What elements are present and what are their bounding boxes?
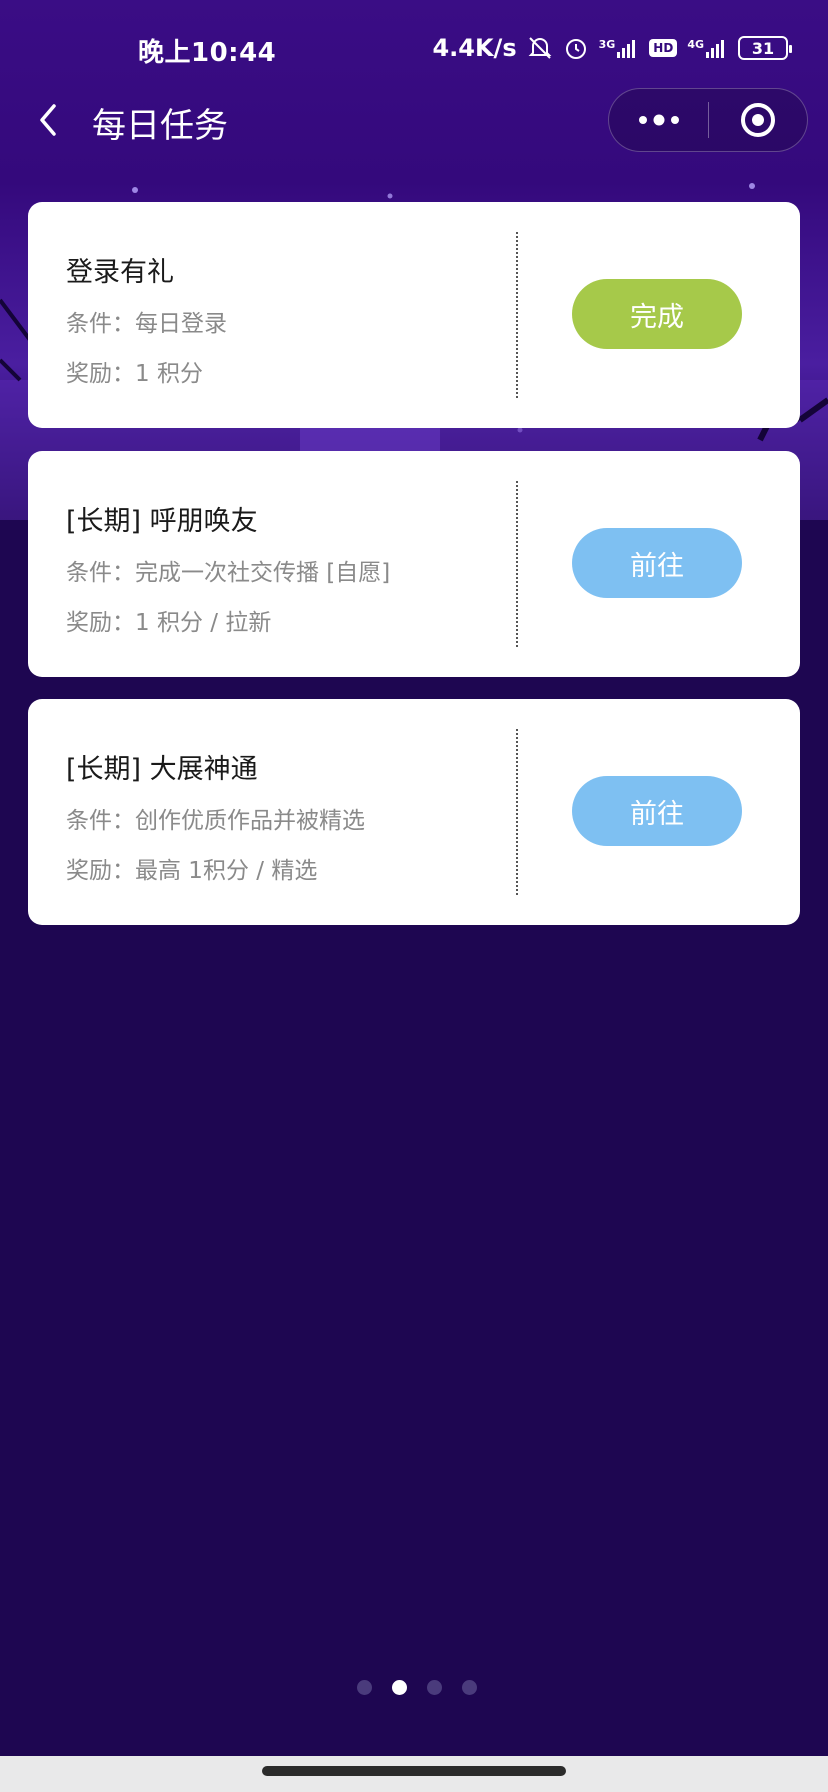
signal-4g-label: 4G bbox=[687, 38, 704, 51]
nav-bar: 每日任务 bbox=[0, 88, 828, 152]
status-bar: 晚上10:44 4.4K/s 3G HD 4G 31 bbox=[0, 0, 828, 96]
card-divider bbox=[516, 729, 518, 895]
card-divider bbox=[516, 481, 518, 647]
page-dot[interactable] bbox=[426, 1680, 442, 1695]
chevron-left-icon bbox=[40, 104, 56, 136]
task-reward: 奖励：1 积分 / 拉新 bbox=[66, 610, 272, 636]
task-done-button[interactable]: 完成 bbox=[572, 279, 742, 349]
task-condition: 条件：创作优质作品并被精选 bbox=[66, 808, 365, 834]
task-go-button[interactable]: 前往 bbox=[572, 528, 742, 598]
battery-level: 31 bbox=[751, 38, 775, 58]
task-card-login: 登录有礼 条件：每日登录 奖励：1 积分 完成 bbox=[28, 202, 800, 428]
target-close-icon bbox=[740, 103, 775, 137]
signal-3g-icon: 3G bbox=[599, 38, 640, 58]
card-divider bbox=[516, 232, 518, 398]
battery-icon: 31 bbox=[738, 36, 792, 60]
task-title: [长期] 大展神通 bbox=[66, 754, 258, 785]
page-dot[interactable] bbox=[356, 1680, 372, 1695]
task-card-invite: [长期] 呼朋唤友 条件：完成一次社交传播 [自愿] 奖励：1 积分 / 拉新 … bbox=[28, 451, 800, 677]
mute-bell-icon bbox=[527, 35, 553, 61]
page-title: 每日任务 bbox=[92, 106, 228, 146]
miniprogram-capsule bbox=[608, 88, 808, 152]
more-dots-icon bbox=[638, 114, 679, 126]
hd-badge: HD bbox=[649, 39, 678, 57]
task-reward: 奖励：最高 1积分 / 精选 bbox=[66, 858, 318, 884]
page-dot-active[interactable] bbox=[391, 1680, 407, 1695]
home-indicator[interactable] bbox=[262, 1766, 566, 1776]
task-reward: 奖励：1 积分 bbox=[66, 361, 203, 387]
task-condition: 条件：完成一次社交传播 [自愿] bbox=[66, 560, 391, 586]
task-condition: 条件：每日登录 bbox=[66, 311, 227, 337]
task-title: [长期] 呼朋唤友 bbox=[66, 506, 258, 537]
back-button[interactable] bbox=[30, 100, 70, 140]
more-button[interactable] bbox=[609, 88, 708, 152]
task-card-create: [长期] 大展神通 条件：创作优质作品并被精选 奖励：最高 1积分 / 精选 前… bbox=[28, 699, 800, 925]
task-title: 登录有礼 bbox=[66, 257, 174, 288]
page-indicator bbox=[0, 1680, 828, 1695]
status-time: 晚上10:44 bbox=[138, 38, 277, 68]
task-go-button[interactable]: 前往 bbox=[572, 776, 742, 846]
alarm-icon bbox=[563, 35, 589, 61]
page-dot[interactable] bbox=[461, 1680, 477, 1695]
close-miniprogram-button[interactable] bbox=[709, 88, 807, 152]
network-speed: 4.4K/s bbox=[432, 34, 517, 62]
system-nav-area bbox=[0, 1756, 828, 1792]
status-icons: 4.4K/s 3G HD 4G 31 bbox=[432, 32, 792, 64]
signal-4g-icon: 4G bbox=[687, 38, 728, 58]
signal-3g-label: 3G bbox=[598, 38, 616, 51]
